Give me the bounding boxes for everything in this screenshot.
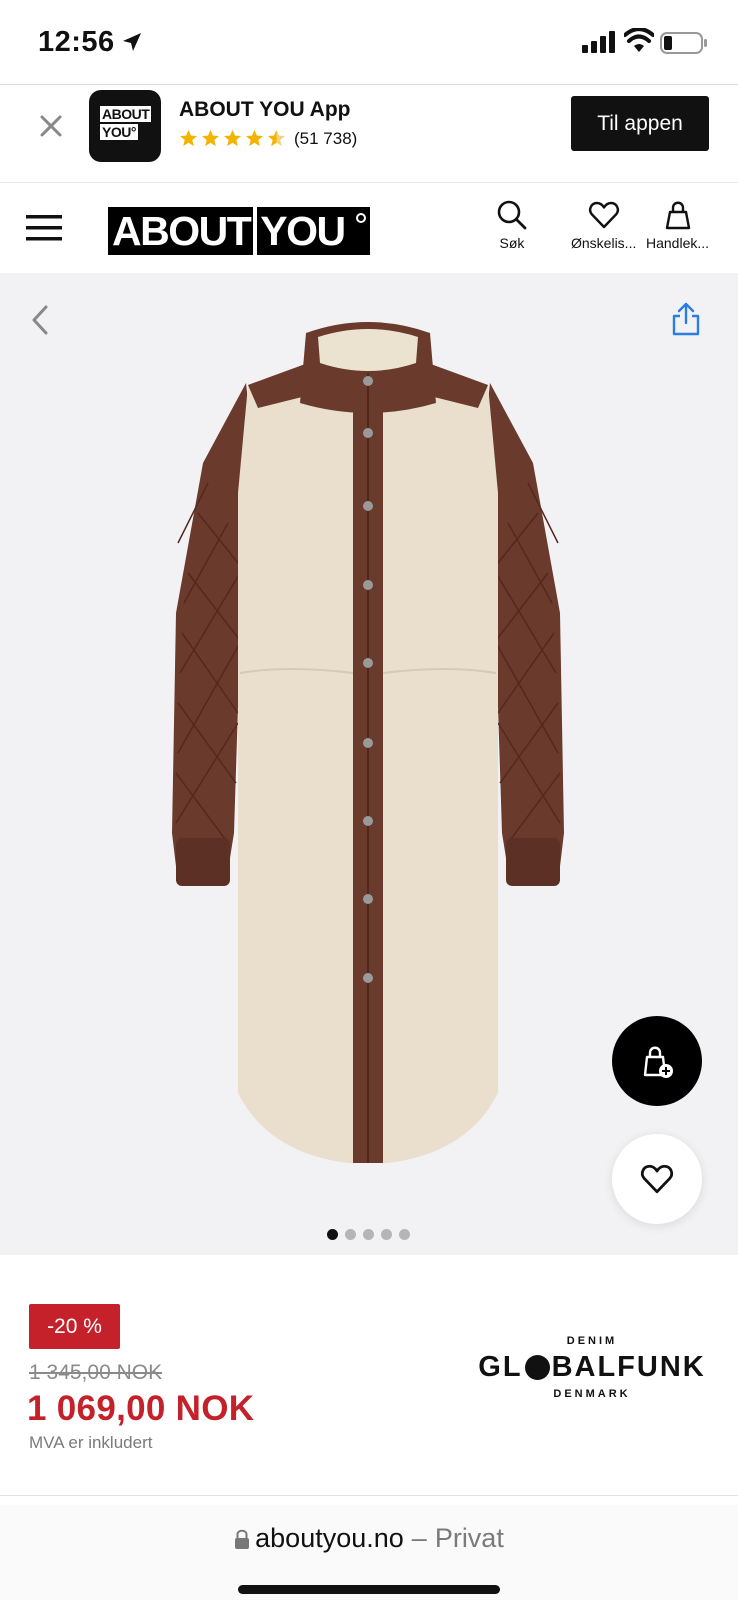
- hamburger-menu-icon[interactable]: [26, 211, 64, 245]
- bag-icon: [665, 201, 690, 230]
- brand-logo[interactable]: DENIM GL BALFUNK DENMARK: [472, 1335, 712, 1415]
- nav-search-label: Søk: [499, 235, 525, 251]
- location-arrow-icon: [123, 33, 141, 51]
- app-install-banner: ABOUT YOU° ABOUT YOU App (51 738) Til ap…: [0, 85, 738, 183]
- add-to-cart-button[interactable]: [612, 1016, 702, 1106]
- cellular-signal-icon: [582, 31, 615, 53]
- brand-logo-main: GL BALFUNK: [478, 1351, 706, 1383]
- nav-cart-label: Handlek...: [646, 235, 710, 251]
- star-icon: [245, 129, 264, 147]
- star-icon: [179, 129, 198, 147]
- battery-icon: [660, 32, 707, 54]
- pagination-dot[interactable]: [399, 1229, 410, 1240]
- heart-icon: [588, 201, 619, 229]
- price-section: -20 % 1 345,00 NOK 1 069,00 NOK MVA er i…: [0, 1255, 738, 1495]
- gallery-pagination: [327, 1229, 410, 1240]
- home-indicator[interactable]: [238, 1585, 500, 1594]
- nav-wishlist[interactable]: Ønskelis...: [571, 199, 636, 251]
- add-to-wishlist-button[interactable]: [612, 1134, 702, 1224]
- brand-logo-bottom: DENMARK: [553, 1388, 631, 1400]
- browsing-mode: Privat: [434, 1523, 504, 1553]
- original-price: 1 345,00 NOK: [29, 1361, 163, 1384]
- pagination-dot[interactable]: [381, 1229, 392, 1240]
- logo-degree-icon: [356, 213, 367, 223]
- close-icon[interactable]: [36, 111, 66, 141]
- pagination-dot-active[interactable]: [327, 1229, 338, 1240]
- rating-count: (51 738): [294, 129, 358, 148]
- logo-text-you: YOU: [257, 207, 371, 255]
- brand-logo-top: DENIM: [566, 1335, 618, 1347]
- vat-note: MVA er inkludert: [29, 1433, 153, 1452]
- nav-cart[interactable]: Handlek...: [646, 199, 709, 251]
- nav-wishlist-label: Ønskelis...: [571, 235, 637, 251]
- pagination-dot[interactable]: [363, 1229, 374, 1240]
- star-icon: [223, 129, 242, 147]
- chevron-left-icon[interactable]: [26, 303, 54, 337]
- url-domain: aboutyou.no: [255, 1523, 404, 1553]
- site-header: ABOUT YOU Søk Ønskelis... Handlek...: [0, 183, 738, 273]
- product-image-coat[interactable]: [168, 313, 568, 1183]
- section-divider: [0, 1495, 738, 1496]
- browser-url-bar[interactable]: aboutyou.no – Privat: [0, 1505, 738, 1600]
- bag-add-icon: [643, 1046, 673, 1078]
- heart-icon: [641, 1164, 673, 1194]
- app-title: ABOUT YOU App: [179, 98, 351, 121]
- site-logo[interactable]: ABOUT YOU: [108, 207, 371, 255]
- nav-search[interactable]: Søk: [496, 199, 528, 251]
- search-icon: [497, 200, 527, 230]
- logo-text-about: ABOUT: [108, 207, 254, 255]
- app-icon-text-line1: ABOUT: [100, 106, 152, 122]
- pagination-dot[interactable]: [345, 1229, 356, 1240]
- status-bar: 12:56: [0, 0, 738, 85]
- rating-stars: [179, 129, 286, 148]
- app-icon-text-line2: YOU°: [100, 124, 138, 140]
- star-icon: [201, 129, 220, 147]
- url-separator: –: [411, 1523, 427, 1553]
- status-time: 12:56: [38, 26, 115, 58]
- half-star-icon: [267, 129, 286, 147]
- app-icon[interactable]: ABOUT YOU°: [89, 90, 161, 162]
- lock-icon: [235, 1529, 250, 1549]
- product-gallery[interactable]: [0, 273, 738, 1255]
- open-app-button[interactable]: Til appen: [571, 96, 709, 151]
- discount-badge: -20 %: [29, 1304, 120, 1349]
- sale-price: 1 069,00 NOK: [27, 1389, 255, 1428]
- wifi-icon: [624, 28, 654, 52]
- share-icon[interactable]: [670, 301, 702, 337]
